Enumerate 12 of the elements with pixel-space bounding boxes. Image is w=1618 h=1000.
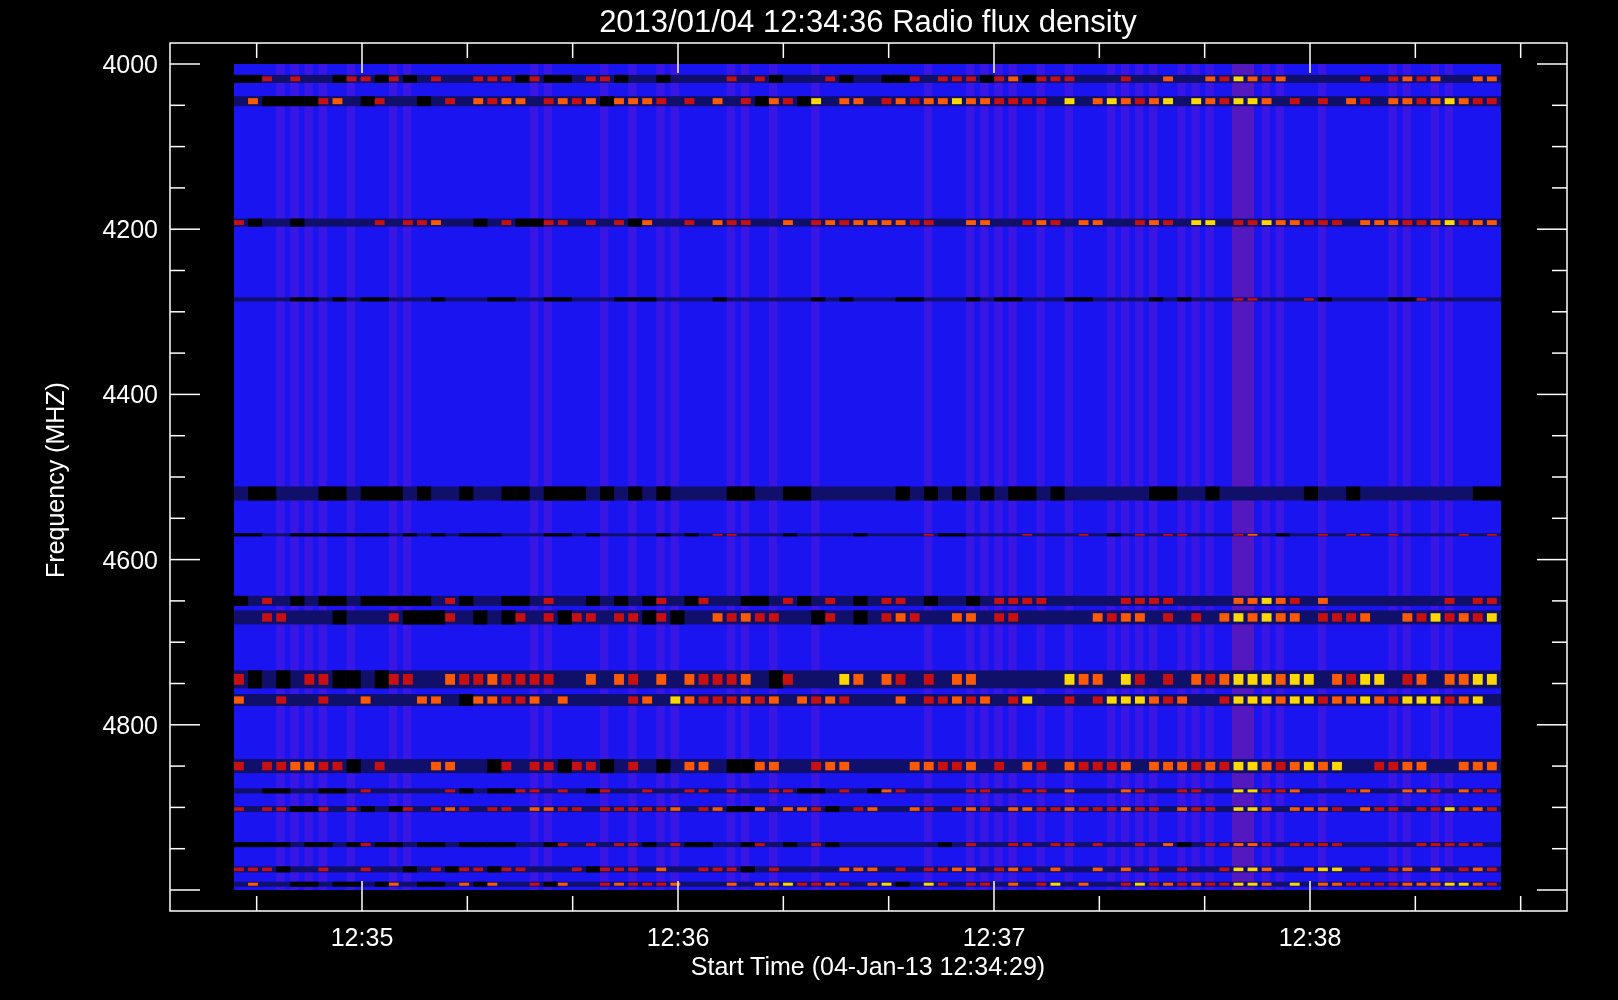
y-tick-label: 4200 <box>102 215 158 244</box>
y-tick-label: 4600 <box>102 545 158 574</box>
y-axis-label: Frequency (MHZ) <box>41 382 69 578</box>
y-tick-label: 4400 <box>102 380 158 409</box>
x-tick-label: 12:35 <box>330 923 394 951</box>
y-tick-label: 4800 <box>102 710 158 739</box>
x-tick-label: 12:37 <box>962 923 1026 951</box>
x-tick-label: 12:36 <box>646 923 710 951</box>
x-axis-label: Start Time (04-Jan-13 12:34:29) <box>690 952 1046 980</box>
x-tick-label: 12:38 <box>1278 923 1342 951</box>
y-tick-label: 4000 <box>102 50 158 78</box>
chart-title: 2013/01/04 12:34:36 Radio flux density <box>599 4 1137 39</box>
